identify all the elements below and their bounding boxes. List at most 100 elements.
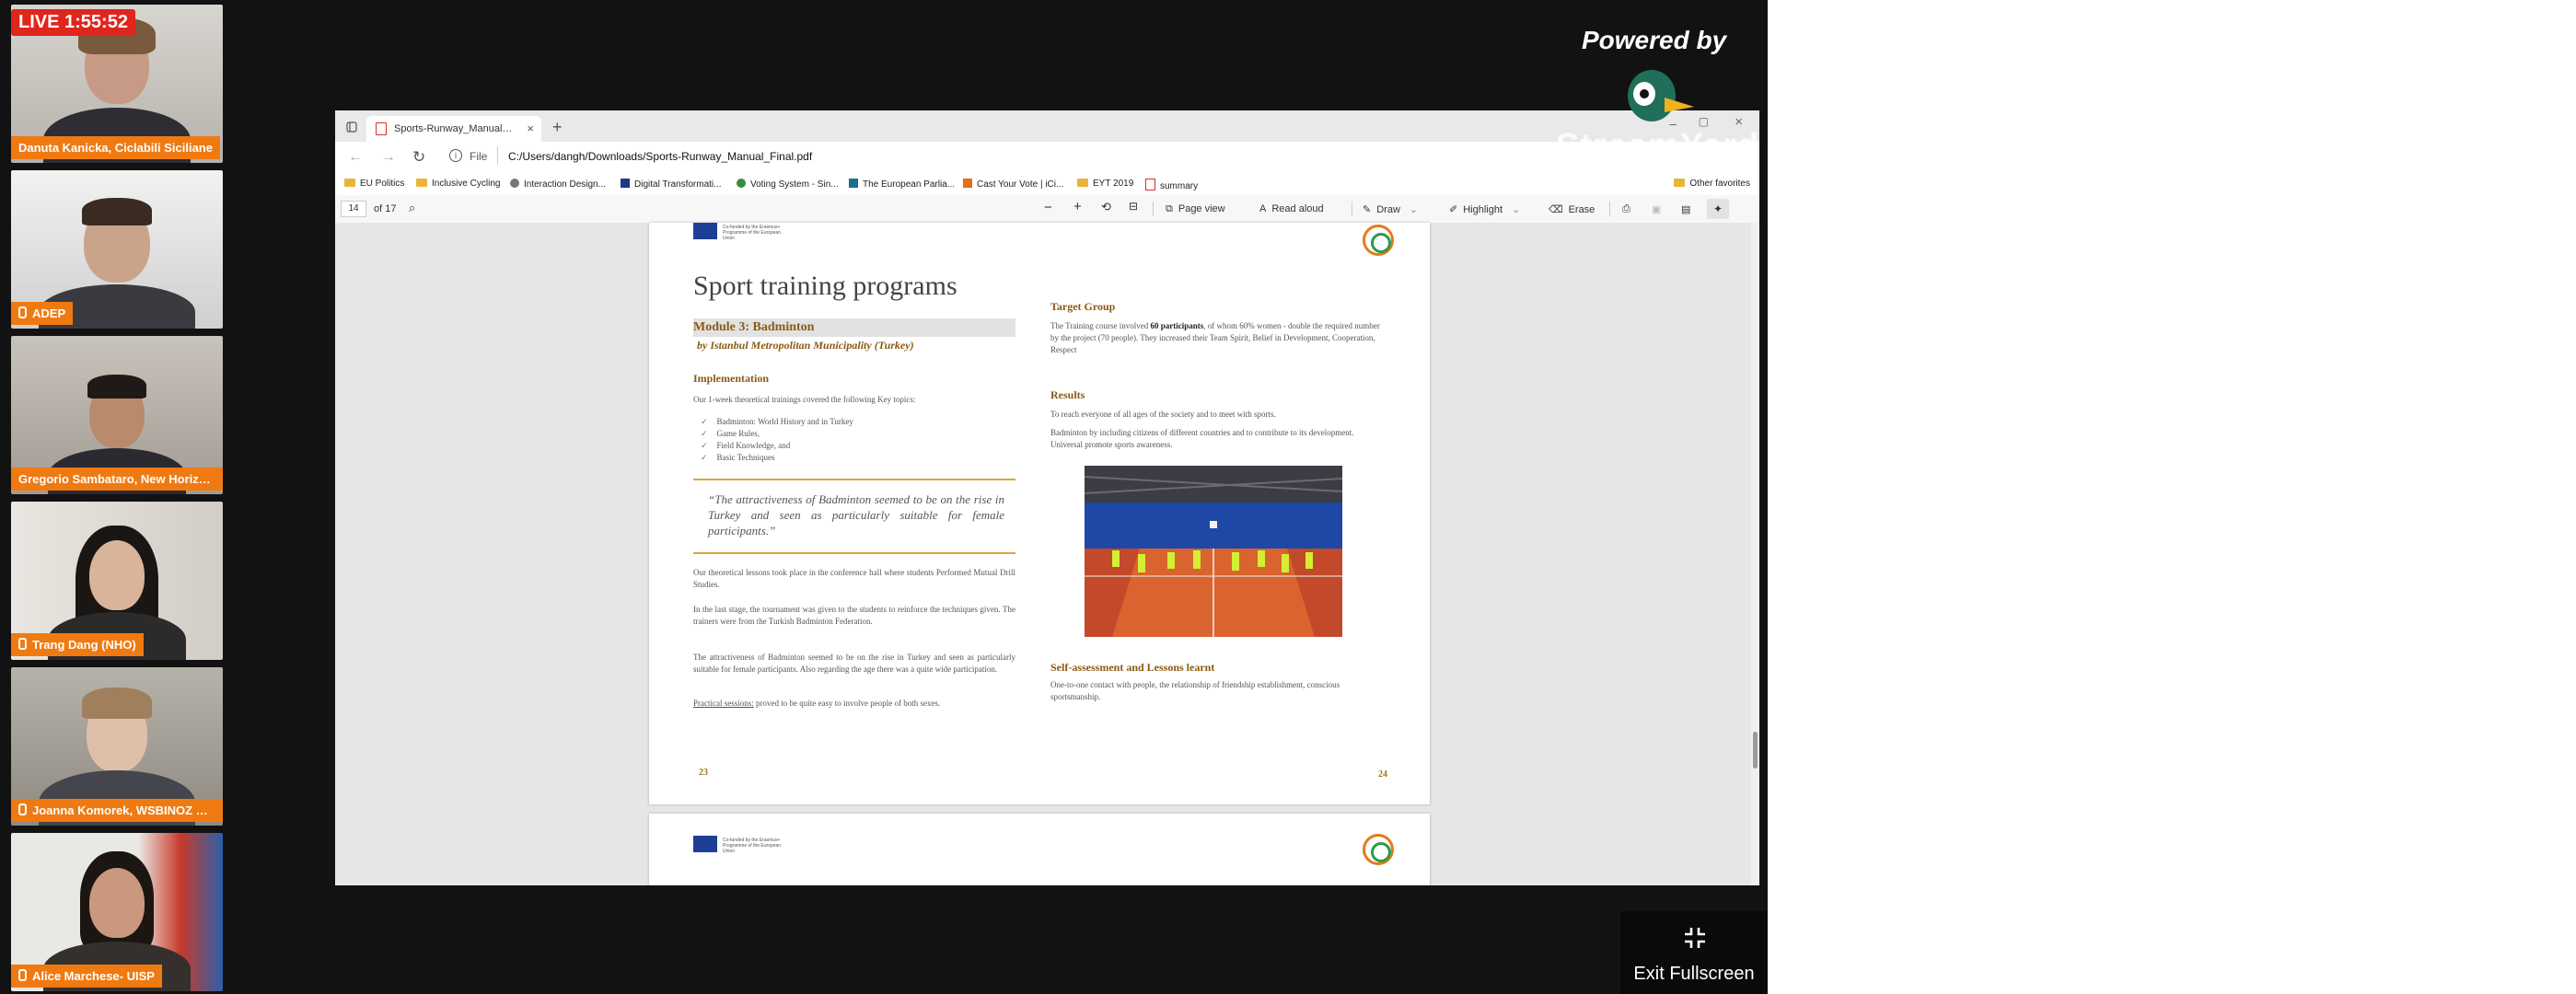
chevron-down-icon: ⌄	[1512, 204, 1521, 215]
favorite-item[interactable]: EYT 2019	[1077, 179, 1133, 189]
favorite-item[interactable]: Digital Transformati...	[621, 179, 721, 190]
browser-window: Sports-Runway_Manual_Final.pd × + – ▢ × …	[335, 110, 1759, 885]
erase-button[interactable]: ⌫ Erase	[1549, 203, 1595, 215]
favorite-item[interactable]: Cast Your Vote | iCi...	[963, 179, 1063, 190]
favorite-item[interactable]: EU Politics	[344, 179, 404, 189]
search-icon[interactable]: ⌕	[409, 201, 415, 215]
exit-fullscreen-label: Exit Fullscreen	[1633, 964, 1755, 984]
exit-fullscreen-icon	[1685, 928, 1705, 948]
scrollbar-thumb[interactable]	[1753, 732, 1758, 769]
favorite-item[interactable]: The European Parlia...	[849, 179, 955, 190]
folder-icon	[1674, 179, 1686, 187]
back-icon[interactable]: ←	[348, 149, 363, 166]
url-field[interactable]: i File C:/Users/dangh/Downloads/Sports-R…	[444, 146, 1641, 168]
implementation-heading: Implementation	[693, 372, 769, 385]
pdf-toolbar: 14 of 17 ⌕ − + ⟲ ⊟ ⧉ Page view A Read alou…	[335, 195, 1759, 224]
favorites-bar: EU Politics Inclusive Cycling Interactio…	[335, 173, 1759, 196]
results-text: To reach everyone of all ages of the soc…	[1050, 410, 1276, 419]
eu-caption: Co-funded by the Erasmus+ Programme of t…	[723, 838, 782, 854]
project-logo	[1363, 834, 1394, 865]
page-number-right: 24	[1378, 769, 1387, 780]
favorite-item[interactable]: Voting System - Sin...	[737, 179, 839, 190]
exit-fullscreen-button[interactable]: Exit Fullscreen	[1620, 911, 1768, 994]
folder-icon	[1077, 179, 1088, 187]
site-icon	[737, 179, 746, 188]
address-bar: ← → ↻ i File C:/Users/dangh/Downloads/Sp…	[335, 142, 1759, 173]
participant-tile[interactable]: Gregorio Sambataro, New Horizo...	[11, 336, 223, 494]
mic-icon	[18, 638, 27, 650]
project-logo	[1363, 225, 1394, 256]
stream-stage: LIVE 1:55:52 Danuta Kanicka, Ciclabili S…	[0, 0, 1768, 994]
other-favorites[interactable]: Other favorites	[1674, 179, 1750, 189]
pdf-icon	[376, 122, 387, 135]
draw-icon: ✎	[1363, 204, 1372, 215]
topic-list: ✓ Badminton: World History and in Turkey …	[701, 416, 853, 464]
eu-flag-logo	[693, 836, 717, 852]
pin-toolbar-icon[interactable]: ✦	[1707, 199, 1729, 219]
new-tab-icon[interactable]: +	[552, 118, 563, 137]
badminton-hall-photo	[1085, 466, 1342, 637]
participant-tile[interactable]: Trang Dang (NHO)	[11, 502, 223, 660]
participant-name: ADEP	[11, 302, 74, 325]
print-icon[interactable]: ⎙	[1622, 203, 1630, 215]
participant-tile[interactable]: Alice Marchese- UISP	[11, 833, 223, 991]
participant-tile[interactable]: ADEP	[11, 170, 223, 329]
zoom-in-icon[interactable]: +	[1073, 199, 1082, 214]
participant-name: Gregorio Sambataro, New Horizo...	[11, 468, 223, 491]
tab-pdf[interactable]: Sports-Runway_Manual_Final.pd ×	[366, 116, 541, 142]
page-title: Sport training programs	[693, 271, 957, 301]
save-as-icon[interactable]: ▤	[1681, 203, 1690, 215]
page-total: of 17	[374, 203, 397, 214]
save-icon[interactable]: ▣	[1652, 203, 1661, 215]
target-group-text: The Training course involved 60 particip…	[1050, 321, 1380, 354]
read-aloud-button[interactable]: A Read aloud	[1259, 203, 1324, 214]
folder-icon	[344, 179, 355, 187]
scrollbar[interactable]	[1751, 223, 1759, 885]
highlight-button[interactable]: ✐ Highlight ⌄	[1449, 203, 1520, 215]
reload-icon[interactable]: ↻	[412, 148, 425, 167]
site-icon	[849, 179, 858, 188]
forward-icon[interactable]: →	[381, 149, 396, 166]
fit-page-icon[interactable]: ⊟	[1129, 200, 1138, 213]
check-icon: ✓	[701, 429, 708, 438]
results-heading: Results	[1050, 388, 1085, 401]
site-icon	[963, 179, 972, 188]
target-group-heading: Target Group	[1050, 300, 1116, 313]
participant-name: Joanna Komorek, WSBINOZ Po...	[11, 799, 223, 822]
live-timer-badge: LIVE 1:55:52	[11, 9, 135, 36]
rotate-icon[interactable]: ⟲	[1101, 200, 1111, 214]
mic-icon	[18, 803, 27, 815]
close-tab-icon[interactable]: ×	[527, 121, 534, 135]
tab-bar: Sports-Runway_Manual_Final.pd × + – ▢ ×	[335, 110, 1759, 142]
favorite-item[interactable]: Inclusive Cycling	[416, 179, 500, 189]
page-number-left: 23	[699, 768, 708, 778]
favorite-item[interactable]: summary	[1145, 179, 1198, 191]
self-assessment-heading: Self-assessment and Lessons learnt	[1050, 661, 1215, 674]
check-icon: ✓	[701, 453, 708, 462]
url-scheme: File	[470, 150, 488, 163]
draw-button[interactable]: ✎ Draw ⌄	[1363, 203, 1418, 215]
tab-actions-icon[interactable]	[346, 121, 357, 133]
read-aloud-icon: A	[1259, 203, 1267, 214]
pdf-page-spread: Co-funded by the Erasmus+ Programme of t…	[649, 223, 1430, 804]
highlight-icon: ✐	[1449, 204, 1458, 215]
participant-name: Trang Dang (NHO)	[11, 633, 144, 656]
participant-name: Danuta Kanicka, Ciclabili Siciliane	[11, 136, 220, 159]
favorite-item[interactable]: Interaction Design...	[510, 179, 606, 190]
chevron-down-icon: ⌄	[1409, 204, 1419, 215]
pdf-page-next: Co-funded by the Erasmus+ Programme of t…	[649, 814, 1430, 885]
mic-icon	[18, 969, 27, 981]
participant-tile[interactable]: Joanna Komorek, WSBINOZ Po...	[11, 667, 223, 826]
info-icon: i	[449, 149, 462, 162]
eraser-icon: ⌫	[1549, 204, 1563, 215]
site-icon	[510, 179, 519, 188]
paragraph: Our theoretical lessons took place in th…	[693, 568, 1015, 589]
pdf-viewer: Co-funded by the Erasmus+ Programme of t…	[335, 223, 1759, 885]
page-view-button[interactable]: ⧉ Page view	[1166, 203, 1225, 215]
pull-quote: “The attractiveness of Badminton seemed …	[708, 492, 1004, 537]
implementation-intro: Our 1-week theoretical trainings covered…	[693, 395, 916, 404]
zoom-out-icon[interactable]: −	[1044, 200, 1052, 215]
page-number-input[interactable]: 14	[341, 201, 366, 217]
self-assessment-text: One-to-one contact with people, the rela…	[1050, 680, 1340, 701]
eu-flag-logo	[693, 223, 717, 239]
